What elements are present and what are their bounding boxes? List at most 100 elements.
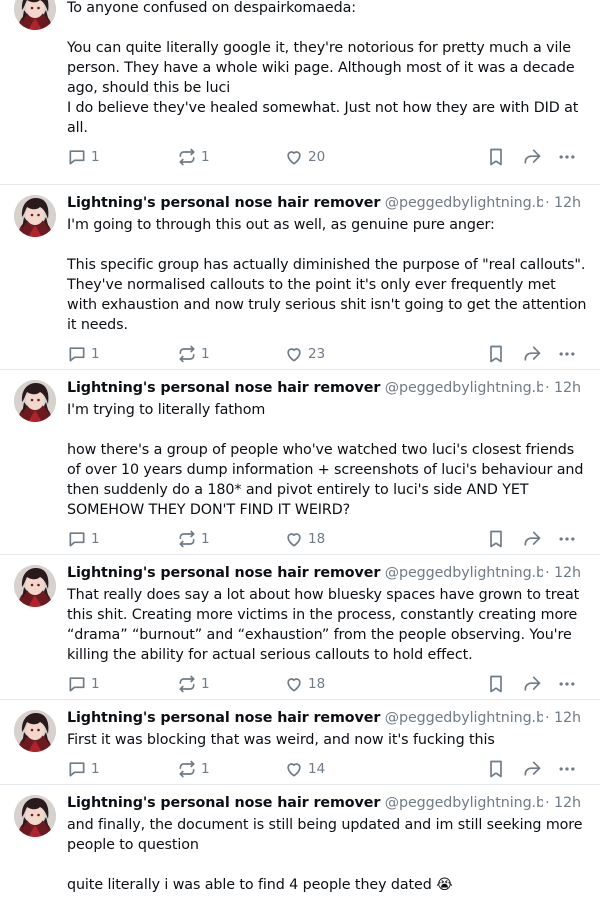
reply-count: 1	[91, 676, 100, 692]
repost-count: 1	[201, 531, 210, 547]
feed-post[interactable]: Lightning's personal nose hair remover @…	[0, 700, 600, 785]
feed-post[interactable]: Lightning's personal nose hair remover @…	[0, 185, 600, 370]
repost-count: 1	[201, 676, 210, 692]
like-button[interactable]: 18	[284, 529, 325, 549]
repost-count: 1	[201, 761, 210, 777]
reply-bubble-icon	[67, 147, 87, 167]
post-text: That really does say a lot about how blu…	[67, 585, 587, 665]
repost-button[interactable]: 1	[177, 674, 210, 694]
repost-button[interactable]: 1	[177, 147, 210, 167]
author-name[interactable]: Lightning's personal nose hair remover	[67, 195, 380, 211]
post-actions: 1 1 20	[67, 147, 587, 167]
author-avatar[interactable]	[14, 380, 56, 422]
reply-count: 1	[91, 346, 100, 362]
post-timestamp[interactable]: · 12h	[543, 708, 581, 728]
post-text-line	[67, 235, 587, 255]
repost-icon	[177, 344, 197, 364]
more-dots-icon	[557, 529, 577, 549]
post-text-line: You can quite literally google it, they'…	[67, 40, 579, 96]
bookmark-icon	[486, 147, 506, 167]
heart-icon	[284, 674, 304, 694]
more-dots-icon	[557, 759, 577, 779]
feed-post[interactable]: Lightning's personal nose hair remover @…	[0, 0, 600, 185]
repost-icon	[177, 147, 197, 167]
post-actions: 1 1 18	[67, 674, 587, 694]
bookmark-button[interactable]	[486, 147, 506, 167]
post-actions: 1 1 18	[67, 529, 587, 549]
post-header: Lightning's personal nose hair remover @…	[67, 793, 600, 813]
share-icon	[522, 759, 542, 779]
post-timestamp[interactable]: · 12h	[543, 793, 581, 813]
reply-button[interactable]: 1	[67, 147, 100, 167]
repost-icon	[177, 674, 197, 694]
repost-icon	[177, 529, 197, 549]
author-avatar[interactable]	[14, 195, 56, 237]
share-button[interactable]	[522, 147, 542, 167]
author-avatar[interactable]	[14, 0, 56, 30]
like-count: 20	[308, 149, 326, 165]
like-button[interactable]: 23	[284, 344, 325, 364]
share-icon	[522, 147, 542, 167]
share-button[interactable]	[522, 529, 542, 549]
more-options-button[interactable]	[557, 344, 577, 364]
reply-button[interactable]: 1	[67, 759, 100, 779]
heart-icon	[284, 344, 304, 364]
reply-bubble-icon	[67, 759, 87, 779]
share-button[interactable]	[522, 674, 542, 694]
author-avatar[interactable]	[14, 710, 56, 752]
bookmark-button[interactable]	[486, 759, 506, 779]
repost-button[interactable]: 1	[177, 529, 210, 549]
feed-post[interactable]: Lightning's personal nose hair remover @…	[0, 370, 600, 555]
post-timestamp[interactable]: · 12h	[543, 378, 581, 398]
like-button[interactable]: 20	[284, 147, 325, 167]
post-text: and finally, the document is still being…	[67, 815, 587, 895]
post-header: Lightning's personal nose hair remover @…	[67, 193, 600, 213]
author-name[interactable]: Lightning's personal nose hair remover	[67, 795, 380, 811]
bookmark-button[interactable]	[486, 344, 506, 364]
repost-button[interactable]: 1	[177, 344, 210, 364]
post-text-line: quite literally i was able to find 4 peo…	[67, 877, 453, 893]
bookmark-icon	[486, 674, 506, 694]
more-options-button[interactable]	[557, 674, 577, 694]
post-timestamp[interactable]: · 12h	[543, 193, 581, 213]
share-button[interactable]	[522, 344, 542, 364]
heart-icon	[284, 147, 304, 167]
post-text-line: This specific group has actually diminis…	[67, 257, 591, 333]
post-header: Lightning's personal nose hair remover @…	[67, 708, 600, 728]
reply-count: 1	[91, 531, 100, 547]
author-name[interactable]: Lightning's personal nose hair remover	[67, 380, 380, 396]
post-header: Lightning's personal nose hair remover @…	[67, 378, 600, 398]
like-button[interactable]: 18	[284, 674, 325, 694]
feed-post[interactable]: Lightning's personal nose hair remover @…	[0, 555, 600, 700]
post-text-line	[67, 18, 587, 38]
author-name[interactable]: Lightning's personal nose hair remover	[67, 565, 380, 581]
like-count: 23	[308, 346, 326, 362]
bookmark-button[interactable]	[486, 674, 506, 694]
bookmark-button[interactable]	[486, 529, 506, 549]
share-button[interactable]	[522, 759, 542, 779]
share-icon	[522, 344, 542, 364]
more-options-button[interactable]	[557, 759, 577, 779]
more-options-button[interactable]	[557, 147, 577, 167]
reply-bubble-icon	[67, 529, 87, 549]
reply-button[interactable]: 1	[67, 529, 100, 549]
post-text: First it was blocking that was weird, an…	[67, 730, 587, 750]
author-name[interactable]: Lightning's personal nose hair remover	[67, 710, 380, 726]
like-button[interactable]: 14	[284, 759, 325, 779]
post-timestamp[interactable]: · 12h	[543, 563, 581, 583]
reply-bubble-icon	[67, 674, 87, 694]
post-text-line: I'm trying to literally fathom	[67, 402, 266, 418]
feed-post[interactable]: Lightning's personal nose hair remover @…	[0, 785, 600, 915]
repost-count: 1	[201, 149, 210, 165]
post-text-line: I'm going to through this out as well, a…	[67, 217, 495, 233]
post-text-line	[67, 855, 587, 875]
author-avatar[interactable]	[14, 795, 56, 837]
reply-button[interactable]: 1	[67, 674, 100, 694]
heart-icon	[284, 529, 304, 549]
reply-button[interactable]: 1	[67, 344, 100, 364]
like-count: 18	[308, 676, 326, 692]
author-avatar[interactable]	[14, 565, 56, 607]
post-text: To anyone confused on despairkomaeda: You…	[67, 0, 587, 138]
repost-button[interactable]: 1	[177, 759, 210, 779]
more-options-button[interactable]	[557, 529, 577, 549]
